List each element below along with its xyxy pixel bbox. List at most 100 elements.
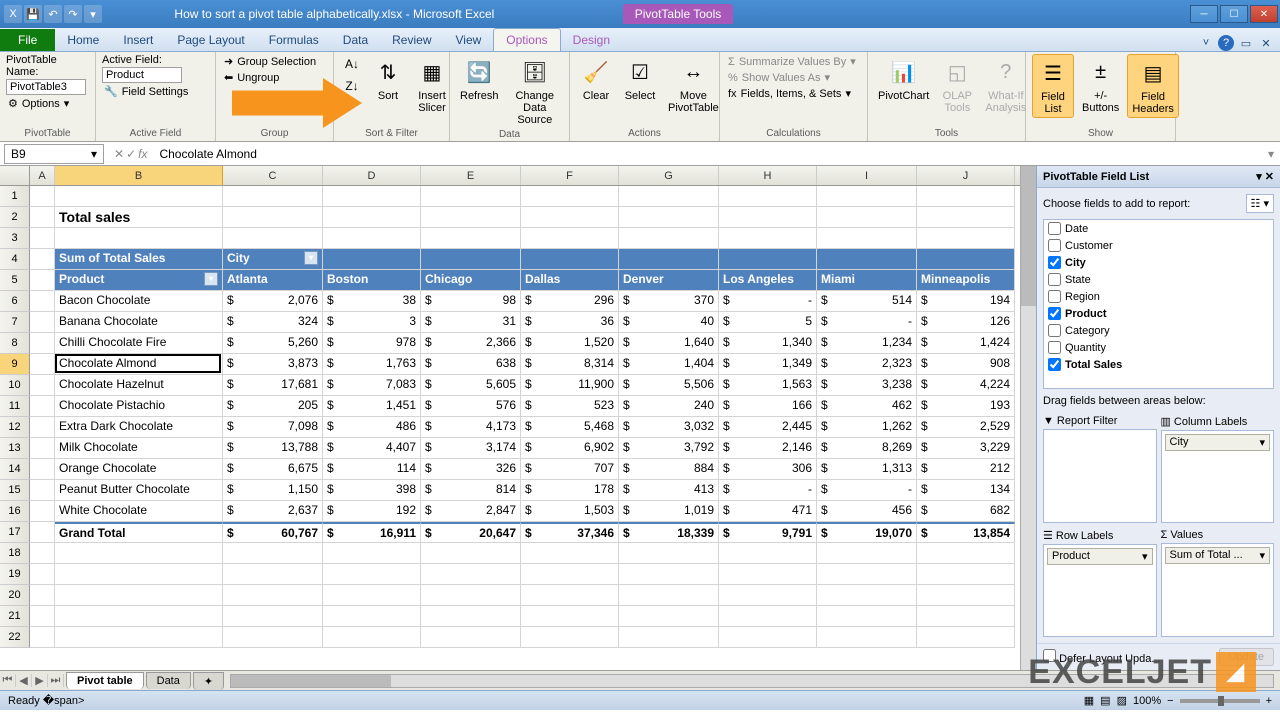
cell[interactable]: $8,314 [521, 354, 619, 375]
whatif-button[interactable]: ?What-If Analysis [981, 54, 1030, 116]
summarize-values-button[interactable]: ΣSummarize Values By ▾ [726, 54, 861, 69]
first-sheet-icon[interactable]: ⏮ [0, 674, 16, 687]
cell[interactable]: $814 [421, 480, 521, 501]
row-header[interactable]: 8 [0, 333, 30, 354]
cell[interactable] [30, 564, 55, 585]
cells-area[interactable]: Total salesSum of Total SalesCity▾Produc… [30, 186, 1015, 648]
cell[interactable]: $2,847 [421, 501, 521, 522]
cell[interactable]: $193 [917, 396, 1015, 417]
move-pivottable-button[interactable]: ↔Move PivotTable [664, 54, 723, 116]
col-header[interactable]: J [917, 166, 1015, 185]
cell[interactable] [619, 543, 719, 564]
cell[interactable] [917, 228, 1015, 249]
col-header[interactable]: H [719, 166, 817, 185]
cell[interactable] [30, 585, 55, 606]
minimize-button[interactable]: ─ [1190, 5, 1218, 23]
cell[interactable] [223, 186, 323, 207]
cell[interactable] [421, 564, 521, 585]
cell[interactable]: $5,605 [421, 375, 521, 396]
cell[interactable]: $486 [323, 417, 421, 438]
row-header[interactable]: 17 [0, 522, 30, 543]
cell[interactable] [719, 606, 817, 627]
cell[interactable] [30, 249, 55, 270]
cell[interactable]: $514 [817, 291, 917, 312]
refresh-button[interactable]: 🔄Refresh [456, 54, 503, 104]
cell[interactable] [817, 606, 917, 627]
new-sheet-icon[interactable]: ✦ [193, 672, 224, 690]
cell[interactable]: $398 [323, 480, 421, 501]
undo-icon[interactable]: ↶ [44, 5, 62, 23]
col-header[interactable]: D [323, 166, 421, 185]
field-settings-button[interactable]: 🔧Field Settings [102, 84, 209, 99]
cell[interactable]: $908 [917, 354, 1015, 375]
plusminus-buttons-button[interactable]: ±+/- Buttons [1078, 54, 1123, 116]
enter-formula-icon[interactable]: ✓ [126, 147, 136, 161]
cell[interactable] [421, 606, 521, 627]
col-header[interactable]: G [619, 166, 719, 185]
cell[interactable] [817, 207, 917, 228]
tab-view[interactable]: View [444, 29, 494, 51]
tab-data[interactable]: Data [331, 29, 380, 51]
cell[interactable]: $4,224 [917, 375, 1015, 396]
fields-items-sets-button[interactable]: fxFields, Items, & Sets ▾ [726, 86, 861, 101]
cell[interactable] [917, 249, 1015, 270]
tab-home[interactable]: Home [55, 29, 111, 51]
cell[interactable] [619, 249, 719, 270]
name-box[interactable]: B9▾ [4, 144, 104, 164]
cell[interactable] [817, 249, 917, 270]
cell[interactable]: $707 [521, 459, 619, 480]
zoom-level[interactable]: 100% [1133, 695, 1161, 707]
cell[interactable] [421, 186, 521, 207]
options-button[interactable]: ⚙Options ▾ [6, 96, 89, 111]
cell[interactable] [521, 606, 619, 627]
insert-slicer-button[interactable]: ▦Insert Slicer [412, 54, 452, 116]
sort-button[interactable]: ⇅Sort [368, 54, 408, 104]
cell[interactable]: Atlanta [223, 270, 323, 291]
cell[interactable] [30, 543, 55, 564]
cell[interactable] [323, 543, 421, 564]
excel-icon[interactable]: X [4, 5, 22, 23]
cell[interactable]: $17,681 [223, 375, 323, 396]
cell[interactable]: Milk Chocolate [55, 438, 223, 459]
row-header[interactable]: 1 [0, 186, 30, 207]
cell[interactable] [817, 543, 917, 564]
select-all-corner[interactable] [0, 166, 30, 185]
cell[interactable] [223, 543, 323, 564]
cell[interactable]: $576 [421, 396, 521, 417]
field-checkbox[interactable] [1048, 324, 1061, 337]
cell[interactable]: Los Angeles [719, 270, 817, 291]
cell[interactable] [521, 627, 619, 648]
cell[interactable] [421, 228, 521, 249]
cell[interactable]: $36 [521, 312, 619, 333]
cell[interactable]: $523 [521, 396, 619, 417]
cell[interactable] [917, 543, 1015, 564]
cell[interactable] [521, 228, 619, 249]
cell[interactable]: $3,229 [917, 438, 1015, 459]
olap-tools-button[interactable]: ◱OLAP Tools [937, 54, 977, 116]
cell[interactable]: $884 [619, 459, 719, 480]
cell[interactable] [719, 585, 817, 606]
cell[interactable]: $13,854 [917, 522, 1015, 543]
field-checkbox[interactable] [1048, 307, 1061, 320]
cell[interactable] [55, 564, 223, 585]
field-item[interactable]: Date [1044, 220, 1273, 237]
cell[interactable] [223, 228, 323, 249]
cell[interactable] [30, 354, 55, 375]
cell[interactable]: Chocolate Almond [55, 354, 223, 375]
cell[interactable] [323, 585, 421, 606]
cell[interactable] [30, 501, 55, 522]
cell[interactable] [521, 207, 619, 228]
row-header[interactable]: 15 [0, 480, 30, 501]
cell[interactable]: Boston [323, 270, 421, 291]
col-header[interactable]: C [223, 166, 323, 185]
cell[interactable] [55, 228, 223, 249]
cell[interactable]: $1,451 [323, 396, 421, 417]
show-values-as-button[interactable]: %Show Values As ▾ [726, 70, 861, 85]
cell[interactable] [223, 585, 323, 606]
col-header[interactable]: E [421, 166, 521, 185]
cell[interactable]: $7,098 [223, 417, 323, 438]
cell[interactable]: Orange Chocolate [55, 459, 223, 480]
cell[interactable]: $5 [719, 312, 817, 333]
cell[interactable]: $18,339 [619, 522, 719, 543]
minimize-ribbon-icon[interactable]: ˅ [1198, 35, 1214, 51]
